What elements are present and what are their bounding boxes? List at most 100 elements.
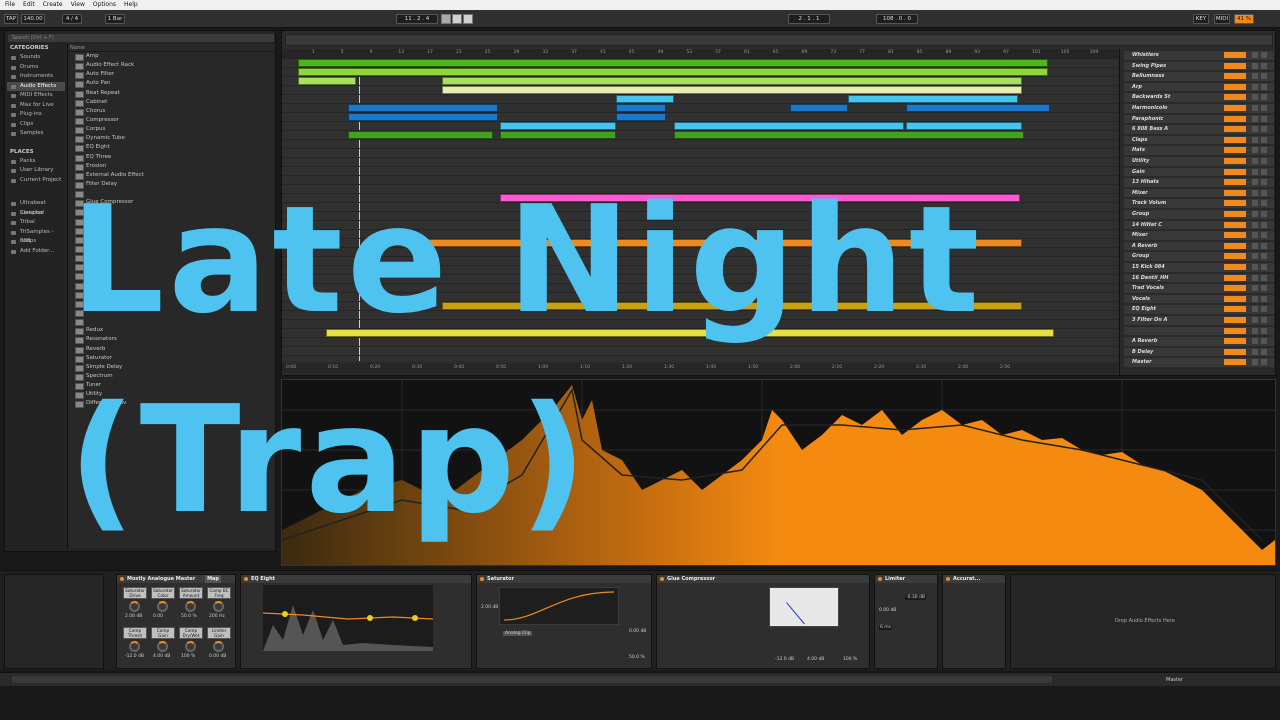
track-header[interactable]: Group — [1124, 252, 1274, 261]
loop-start-field[interactable]: 2 . 1 . 1 — [788, 14, 830, 24]
track-header[interactable]: Trad Vocals — [1124, 284, 1274, 293]
track-activator-button[interactable] — [1224, 126, 1246, 133]
track-header[interactable]: Bellumness — [1124, 72, 1274, 81]
track-header[interactable]: B Delay — [1124, 347, 1274, 357]
limiter-lookahead-menu[interactable]: 6 ms — [879, 625, 893, 630]
arrangement-clip[interactable] — [616, 95, 674, 103]
place-folder[interactable]: Classical — [7, 209, 65, 219]
macro-knob[interactable] — [185, 641, 196, 652]
track-header[interactable]: 16 Dentii_HH — [1124, 273, 1274, 283]
place-folder[interactable]: TriSamples - 808 — [7, 228, 65, 244]
track-activator-button[interactable] — [1224, 62, 1246, 69]
arm-button[interactable] — [1261, 179, 1267, 186]
track-activator-button[interactable] — [1224, 179, 1246, 186]
track-header[interactable]: A Reverb — [1124, 241, 1274, 251]
arrangement-clip[interactable] — [616, 113, 666, 121]
arm-button[interactable] — [1261, 338, 1267, 345]
arm-button[interactable] — [1261, 295, 1267, 302]
macro-label-button[interactable]: Saturator Amount — [179, 587, 203, 599]
place-current-project[interactable]: Current Project — [7, 176, 65, 186]
macro-knob[interactable] — [213, 641, 224, 652]
arrangement-clip[interactable] — [348, 113, 498, 121]
track-activator-button[interactable] — [1224, 306, 1246, 313]
track-activator-button[interactable] — [1224, 348, 1246, 355]
browser-item[interactable]: Compressor — [68, 116, 275, 126]
browser-item[interactable]: Audio Effect Rack — [68, 61, 275, 71]
solo-button[interactable] — [1252, 327, 1258, 334]
arrangement-clip[interactable] — [298, 77, 356, 85]
arm-button[interactable] — [1261, 136, 1267, 143]
macro-label-button[interactable]: Saturator Color — [151, 587, 175, 599]
category-plug-ins[interactable]: Plug-ins — [7, 110, 65, 120]
track-activator-button[interactable] — [1224, 115, 1246, 122]
solo-button[interactable] — [1252, 158, 1258, 164]
solo-button[interactable] — [1252, 253, 1258, 260]
arm-button[interactable] — [1261, 306, 1267, 313]
browser-item[interactable]: Corpus — [68, 125, 275, 135]
place-folder[interactable]: Loops — [7, 237, 65, 247]
macro-label-button[interactable]: Comp Dry/Wet — [179, 627, 203, 639]
arrangement-clip[interactable] — [848, 95, 1018, 103]
solo-button[interactable] — [1252, 306, 1258, 313]
time-signature-field[interactable]: 4 / 4 — [62, 14, 82, 24]
track-header[interactable]: Mixer — [1124, 188, 1274, 198]
track-activator-button[interactable] — [1224, 285, 1246, 292]
track-activator-button[interactable] — [1224, 232, 1246, 239]
solo-button[interactable] — [1252, 295, 1258, 302]
arm-button[interactable] — [1261, 232, 1267, 239]
track-header[interactable]: 15 Kick 084 — [1124, 263, 1274, 272]
arm-button[interactable] — [1261, 359, 1267, 366]
macro-knob[interactable] — [129, 641, 140, 652]
menu-file[interactable]: File — [5, 0, 15, 10]
track-header[interactable]: 3 Filter On A — [1124, 316, 1274, 325]
track-activator-button[interactable] — [1224, 168, 1246, 175]
track-activator-button[interactable] — [1224, 295, 1246, 302]
solo-button[interactable] — [1252, 126, 1258, 133]
track-activator-button[interactable] — [1224, 147, 1246, 154]
browser-search-input[interactable]: Search (Ctrl + F) — [8, 34, 274, 42]
arm-button[interactable] — [1261, 126, 1267, 133]
macro-label-button[interactable]: Comp Gain — [151, 627, 175, 639]
arm-button[interactable] — [1261, 105, 1267, 111]
track-activator-button[interactable] — [1224, 253, 1246, 260]
solo-button[interactable] — [1252, 348, 1258, 355]
arm-button[interactable] — [1261, 115, 1267, 122]
browser-item[interactable]: Saturator — [68, 354, 275, 363]
saturator-mode-menu[interactable]: Analog Clip — [503, 631, 533, 636]
category-instruments[interactable]: Instruments — [7, 72, 65, 82]
solo-button[interactable] — [1252, 105, 1258, 111]
track-header[interactable]: EQ Eight — [1124, 305, 1274, 314]
browser-item[interactable]: Auto Filter — [68, 70, 275, 80]
browser-item[interactable]: Dynamic Tube — [68, 134, 275, 144]
arm-button[interactable] — [1261, 62, 1267, 69]
track-header[interactable] — [1124, 326, 1274, 336]
macro-knob[interactable] — [157, 601, 168, 612]
solo-button[interactable] — [1252, 115, 1258, 122]
time-ruler[interactable]: 0:00 0:10 0:20 0:30 0:40 0:50 1:00 1:10 1:20 1:30… — [282, 363, 1118, 373]
arrangement-clip[interactable] — [906, 122, 1022, 130]
solo-button[interactable] — [1252, 359, 1258, 366]
arm-button[interactable] — [1261, 168, 1267, 175]
arrangement-clip[interactable] — [348, 104, 498, 112]
arrangement-clip[interactable] — [442, 86, 1022, 94]
macro-knob[interactable] — [157, 641, 168, 652]
solo-button[interactable] — [1252, 338, 1258, 345]
arm-button[interactable] — [1261, 264, 1267, 270]
track-activator-button[interactable] — [1224, 221, 1246, 228]
solo-button[interactable] — [1252, 264, 1258, 270]
device-drop-area[interactable]: Drop Audio Effects Here — [1010, 574, 1276, 669]
arrangement-clip[interactable] — [906, 104, 1050, 112]
map-button[interactable]: Map — [205, 575, 221, 583]
track-activator-button[interactable] — [1224, 73, 1246, 80]
macro-label-button[interactable]: Limiter Gain — [207, 627, 231, 639]
track-activator-button[interactable] — [1224, 83, 1246, 90]
track-activator-button[interactable] — [1224, 52, 1246, 58]
solo-button[interactable] — [1252, 168, 1258, 175]
quantization-menu[interactable]: 1 Bar — [105, 14, 125, 24]
macro-label-button[interactable]: Comp Thresh — [123, 627, 147, 639]
place-folder[interactable]: Ultrabeat Samples — [7, 199, 65, 216]
browser-item[interactable]: Cabinet — [68, 98, 275, 107]
browser-item[interactable]: Beat Repeat — [68, 89, 275, 98]
arm-button[interactable] — [1261, 274, 1267, 281]
solo-button[interactable] — [1252, 242, 1258, 249]
